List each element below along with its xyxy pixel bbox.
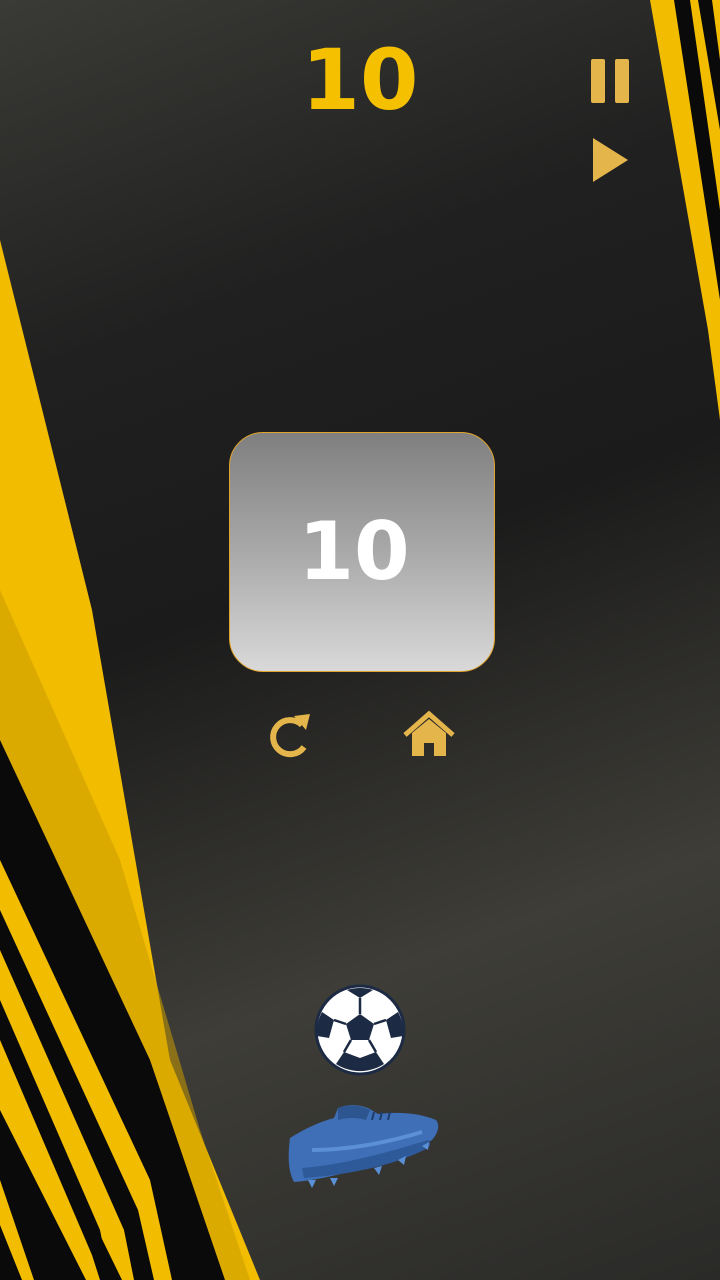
result-card: 10 xyxy=(229,432,495,672)
football-boot-icon xyxy=(288,1105,439,1188)
restart-icon xyxy=(270,714,310,758)
home-button[interactable] xyxy=(401,710,457,760)
soccer-ball xyxy=(314,984,406,1076)
pause-icon xyxy=(591,59,629,103)
soccer-ball-icon xyxy=(314,984,406,1076)
restart-button[interactable] xyxy=(264,708,316,762)
home-icon xyxy=(403,710,455,756)
football-boot xyxy=(282,1098,442,1190)
pause-button[interactable] xyxy=(588,56,634,106)
play-icon xyxy=(593,138,628,182)
current-score: 10 xyxy=(301,31,419,129)
play-button[interactable] xyxy=(588,134,634,186)
final-score: 10 xyxy=(298,505,410,598)
